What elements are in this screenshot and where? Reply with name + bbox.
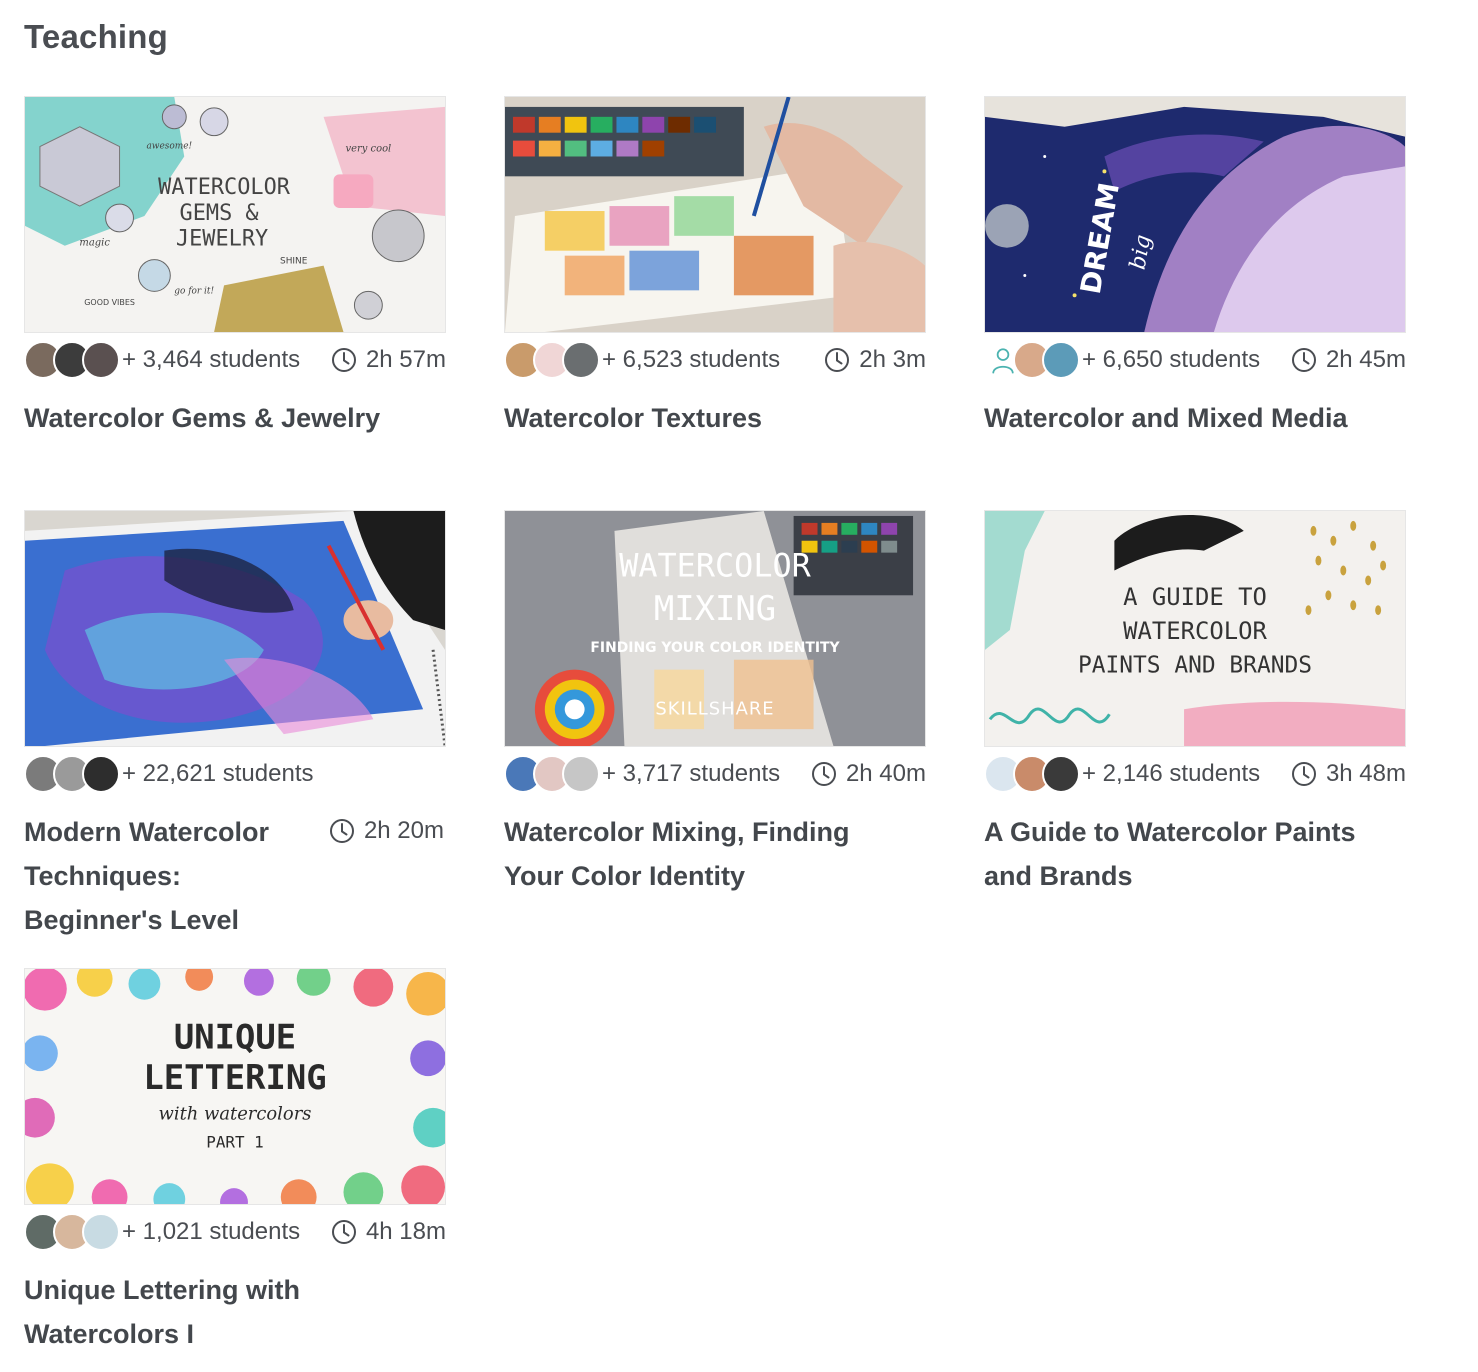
course-title[interactable]: Watercolor Mixing, Finding Your Color Id…	[504, 810, 884, 898]
student-count: + 3,717 students	[602, 760, 781, 787]
student-count: + 6,650 students	[1082, 346, 1261, 373]
thumb-text-goforit: go for it!	[174, 286, 214, 296]
course-title[interactable]: Modern Watercolor Techniques: Beginner's…	[24, 810, 314, 942]
thumb-text-goodvibes: GOOD VIBES	[84, 298, 135, 307]
course-title[interactable]: Watercolor Textures	[504, 396, 926, 440]
avatar	[1042, 341, 1080, 379]
course-duration: 3h 48m	[1291, 760, 1406, 788]
course-duration: 2h 20m	[329, 817, 444, 845]
student-avatars	[984, 341, 1082, 379]
student-avatars	[24, 341, 122, 379]
clock-icon	[811, 762, 836, 786]
clock-icon	[329, 819, 354, 843]
course-title[interactable]: Watercolor Gems & Jewelry	[24, 396, 446, 440]
thumb-text-paints: PAINTS AND BRANDS	[1078, 653, 1312, 679]
course-duration: 2h 45m	[1291, 346, 1406, 374]
thumb-text-skillshare: SKILLSHARE	[655, 698, 774, 719]
course-card[interactable]: A GUIDE TO WATERCOLOR PAINTS AND BRANDS …	[984, 510, 1406, 891]
section-title: Teaching	[24, 18, 169, 55]
avatar	[1042, 755, 1080, 793]
course-thumbnail[interactable]	[24, 510, 446, 747]
student-avatars	[24, 1213, 122, 1251]
course-card[interactable]: + 22,621 students Modern Watercolor Tech…	[24, 510, 446, 935]
duration-text: 2h 57m	[365, 346, 446, 373]
avatar	[562, 341, 600, 379]
course-meta: + 2,146 students 3h 48m	[984, 754, 1406, 794]
course-duration: 2h 40m	[811, 760, 926, 788]
thumb-text-lettering: LETTERING	[143, 1058, 326, 1097]
thumb-text-part: PART 1	[206, 1133, 263, 1152]
course-meta: + 6,523 students 2h 3m	[504, 340, 926, 380]
course-meta: + 1,021 students 4h 18m	[24, 1212, 446, 1252]
course-duration: 2h 57m	[331, 346, 446, 374]
course-title[interactable]: A Guide to Watercolor Paints and Brands	[984, 810, 1384, 898]
thumb-text-with-watercolors: with watercolors	[159, 1104, 312, 1125]
duration-text: 2h 45m	[1325, 346, 1406, 373]
thumb-text-verycool: very cool	[345, 144, 391, 155]
clock-icon	[1291, 762, 1316, 786]
course-thumbnail[interactable]: WATERCOLOR GEMS & JEWELRY very cool awes…	[24, 96, 446, 333]
thumb-text-mixing: MIXING	[654, 589, 776, 628]
thumb-text-watercolor: WATERCOLOR	[1123, 617, 1267, 645]
avatar	[82, 341, 120, 379]
course-duration: 4h 18m	[331, 1218, 446, 1246]
clock-icon	[1291, 348, 1316, 372]
avatar	[562, 755, 600, 793]
clock-icon	[331, 1220, 356, 1244]
course-meta: + 6,650 students 2h 45m	[984, 340, 1406, 380]
avatar	[82, 755, 120, 793]
student-avatars	[504, 341, 602, 379]
course-card[interactable]: DREAM big + 6,650 students 2h 45m Waterc…	[984, 96, 1406, 433]
course-thumbnail[interactable]: DREAM big	[984, 96, 1406, 333]
course-thumbnail[interactable]: WATERCOLOR MIXING FINDING YOUR COLOR IDE…	[504, 510, 926, 747]
thumb-text-watercolor: WATERCOLOR	[158, 175, 291, 200]
student-count: + 6,523 students	[602, 346, 781, 373]
thumb-text-unique: UNIQUE	[174, 1017, 296, 1056]
avatar	[82, 1213, 120, 1251]
student-count: + 22,621 students	[122, 760, 314, 787]
duration-text: 4h 18m	[365, 1218, 446, 1245]
student-count: + 1,021 students	[122, 1218, 301, 1245]
thumb-text-shine: SHINE	[280, 257, 308, 267]
course-duration: 2h 3m	[824, 346, 926, 374]
course-thumbnail[interactable]: UNIQUE LETTERING with watercolors PART 1	[24, 968, 446, 1205]
thumb-text-finding: FINDING YOUR COLOR IDENTITY	[590, 640, 840, 656]
duration-text: 2h 3m	[859, 346, 926, 373]
clock-icon	[331, 348, 356, 372]
thumb-text-gems: GEMS &	[180, 201, 260, 226]
student-avatars	[984, 755, 1082, 793]
duration-text: 2h 20m	[363, 817, 444, 844]
course-card[interactable]: + 6,523 students 2h 3m Watercolor Textur…	[504, 96, 926, 433]
duration-text: 3h 48m	[1325, 760, 1406, 787]
clock-icon	[825, 348, 850, 372]
thumb-text-magic: magic	[79, 238, 110, 249]
course-title[interactable]: Unique Lettering with Watercolors I	[24, 1268, 344, 1356]
thumb-text-jewelry: JEWELRY	[176, 227, 268, 252]
student-avatars	[504, 755, 602, 793]
course-thumbnail[interactable]	[504, 96, 926, 333]
student-count: + 2,146 students	[1082, 760, 1261, 787]
student-count: + 3,464 students	[122, 346, 301, 373]
thumb-text-guide: A GUIDE TO	[1123, 583, 1267, 611]
course-thumbnail[interactable]: A GUIDE TO WATERCOLOR PAINTS AND BRANDS	[984, 510, 1406, 747]
student-avatars	[24, 755, 122, 793]
course-title[interactable]: Watercolor and Mixed Media	[984, 396, 1406, 440]
course-card[interactable]: WATERCOLOR MIXING FINDING YOUR COLOR IDE…	[504, 510, 926, 891]
course-meta: + 3,464 students 2h 57m	[24, 340, 446, 380]
course-meta: + 22,621 students	[24, 754, 446, 794]
course-card[interactable]: WATERCOLOR GEMS & JEWELRY very cool awes…	[24, 96, 446, 433]
course-card[interactable]: UNIQUE LETTERING with watercolors PART 1…	[24, 968, 446, 1349]
course-meta: + 3,717 students 2h 40m	[504, 754, 926, 794]
thumb-text-watercolor: WATERCOLOR	[619, 548, 811, 584]
duration-text: 2h 40m	[845, 760, 926, 787]
thumb-text-awesome: awesome!	[146, 142, 192, 152]
